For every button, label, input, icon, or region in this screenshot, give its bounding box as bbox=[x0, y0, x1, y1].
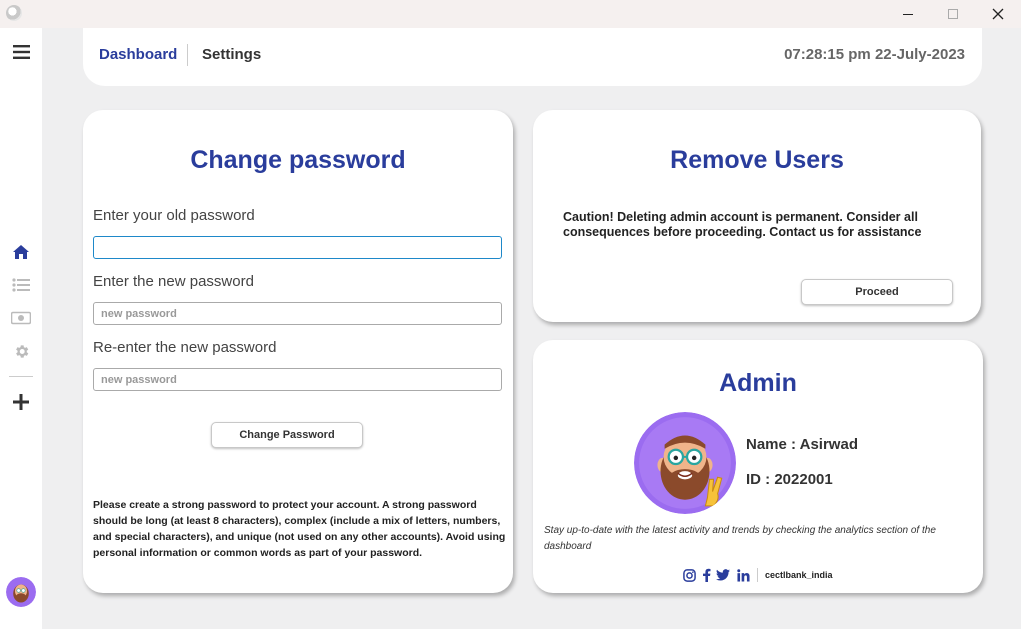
plus-icon bbox=[13, 394, 29, 410]
sidebar-divider bbox=[9, 376, 33, 377]
avatar-icon bbox=[6, 577, 36, 607]
tab-settings[interactable]: Settings bbox=[202, 46, 261, 63]
sidebar-item-money[interactable] bbox=[10, 308, 32, 328]
menu-button[interactable] bbox=[10, 42, 32, 62]
old-password-label: Enter your old password bbox=[93, 207, 255, 224]
admin-name: Name : Asirwad bbox=[746, 436, 858, 453]
change-password-title: Change password bbox=[190, 146, 406, 174]
maximize-button[interactable] bbox=[930, 0, 976, 28]
instagram-icon bbox=[682, 568, 696, 582]
proceed-button[interactable]: Proceed bbox=[801, 279, 953, 305]
money-icon bbox=[11, 311, 31, 325]
old-password-input[interactable] bbox=[93, 236, 502, 259]
close-button[interactable] bbox=[975, 0, 1021, 28]
password-hint: Please create a strong password to prote… bbox=[93, 499, 506, 559]
analytics-note: Stay up-to-date with the latest activity… bbox=[544, 525, 936, 552]
social-handle[interactable]: cectlbank_india bbox=[765, 570, 833, 580]
app-icon bbox=[6, 5, 22, 21]
sidebar-item-settings[interactable] bbox=[10, 341, 32, 361]
minimize-button[interactable] bbox=[885, 0, 931, 28]
sidebar-item-list[interactable] bbox=[10, 275, 32, 295]
sidebar bbox=[0, 28, 42, 629]
admin-avatar bbox=[634, 412, 736, 514]
linkedin-link[interactable] bbox=[736, 568, 750, 582]
twitter-link[interactable] bbox=[716, 568, 730, 582]
sidebar-item-home[interactable] bbox=[10, 242, 32, 262]
social-divider bbox=[757, 568, 758, 582]
minimize-icon bbox=[903, 13, 913, 15]
nav-divider bbox=[187, 44, 188, 66]
clock-display: 07:28:15 pm 22-July-2023 bbox=[784, 46, 965, 63]
title-bar bbox=[0, 0, 1021, 28]
add-button[interactable] bbox=[10, 392, 32, 412]
close-icon bbox=[992, 8, 1004, 20]
linkedin-icon bbox=[736, 568, 750, 582]
top-nav: Dashboard Settings 07:28:15 pm 22-July-2… bbox=[83, 28, 982, 86]
avatar-icon bbox=[634, 412, 736, 514]
admin-id: ID : 2022001 bbox=[746, 471, 833, 488]
remove-users-title: Remove Users bbox=[670, 146, 844, 174]
facebook-icon bbox=[702, 568, 710, 582]
menu-icon bbox=[12, 45, 30, 59]
facebook-link[interactable] bbox=[699, 568, 713, 582]
remove-users-card: Remove Users Caution! Deleting admin acc… bbox=[533, 110, 981, 322]
admin-card: Admin Name : Asirwad ID : 2022001 Stay u… bbox=[533, 340, 983, 593]
admin-title: Admin bbox=[719, 369, 797, 397]
change-password-card: Change password Enter your old password … bbox=[83, 110, 513, 593]
reenter-password-input[interactable] bbox=[93, 368, 502, 391]
new-password-input[interactable] bbox=[93, 302, 502, 325]
caution-text: Caution! Deleting admin account is perma… bbox=[563, 210, 922, 239]
home-icon bbox=[13, 245, 29, 259]
gear-icon bbox=[15, 344, 28, 358]
instagram-link[interactable] bbox=[682, 568, 696, 582]
new-password-label: Enter the new password bbox=[93, 273, 254, 290]
reenter-password-label: Re-enter the new password bbox=[93, 339, 277, 356]
user-avatar[interactable] bbox=[6, 577, 36, 607]
maximize-icon bbox=[948, 9, 958, 19]
tab-dashboard[interactable]: Dashboard bbox=[99, 46, 177, 63]
twitter-icon bbox=[716, 569, 730, 581]
list-icon bbox=[12, 278, 30, 292]
change-password-button[interactable]: Change Password bbox=[211, 422, 363, 448]
